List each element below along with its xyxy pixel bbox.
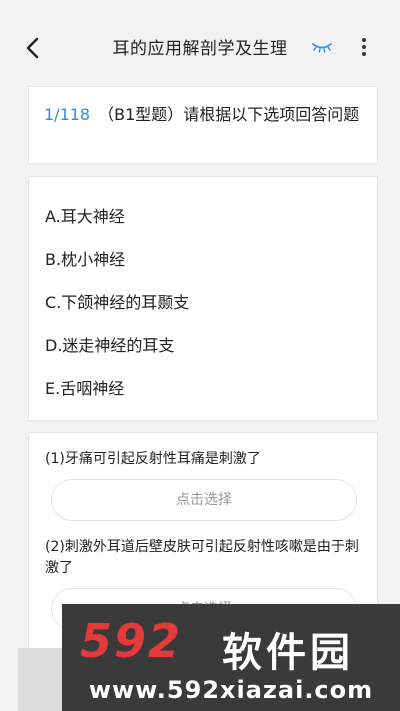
top-bar: 耳的应用解剖学及生理 <box>0 0 400 92</box>
watermark-brand: 软件园 <box>222 630 354 676</box>
more-button[interactable] <box>355 34 373 60</box>
option-e[interactable]: E.舌咽神经 <box>45 375 124 399</box>
choose-answer-button-1[interactable]: 点击选择 <box>51 479 357 521</box>
question-text-block: 1/118 （B1型题）请根据以下选项回答问题 <box>44 103 365 127</box>
watermark-overlay: 592 软件园 www.592xiazai.com <box>62 604 400 711</box>
question-stem: （B1型题）请根据以下选项回答问题 <box>98 105 360 124</box>
closed-eye-icon <box>312 43 332 53</box>
option-a[interactable]: A.耳大神经 <box>45 203 125 227</box>
question-card: 1/118 （B1型题）请根据以下选项回答问题 <box>28 86 378 164</box>
page-title: 耳的应用解剖学及生理 <box>112 39 288 59</box>
option-d[interactable]: D.迷走神经的耳支 <box>45 332 174 356</box>
sub-question-1: (1)牙痛可引起反射性耳痛是刺激了 <box>45 451 261 467</box>
option-c[interactable]: C.下颌神经的耳颞支 <box>45 289 189 313</box>
question-number: 1/118 <box>44 105 91 124</box>
eye-mode-button[interactable] <box>310 38 334 56</box>
option-b[interactable]: B.枕小神经 <box>45 246 125 270</box>
more-vertical-icon <box>362 38 366 56</box>
options-card: A.耳大神经 B.枕小神经 C.下颌神经的耳颞支 D.迷走神经的耳支 E.舌咽神… <box>28 176 378 421</box>
sub-question-2: (2)刺激外耳道后壁皮肤可引起反射性咳嗽是由于刺激了 <box>45 539 359 576</box>
watermark-logo: 592 <box>80 614 183 668</box>
watermark-url: www.592xiazai.com <box>88 676 374 704</box>
